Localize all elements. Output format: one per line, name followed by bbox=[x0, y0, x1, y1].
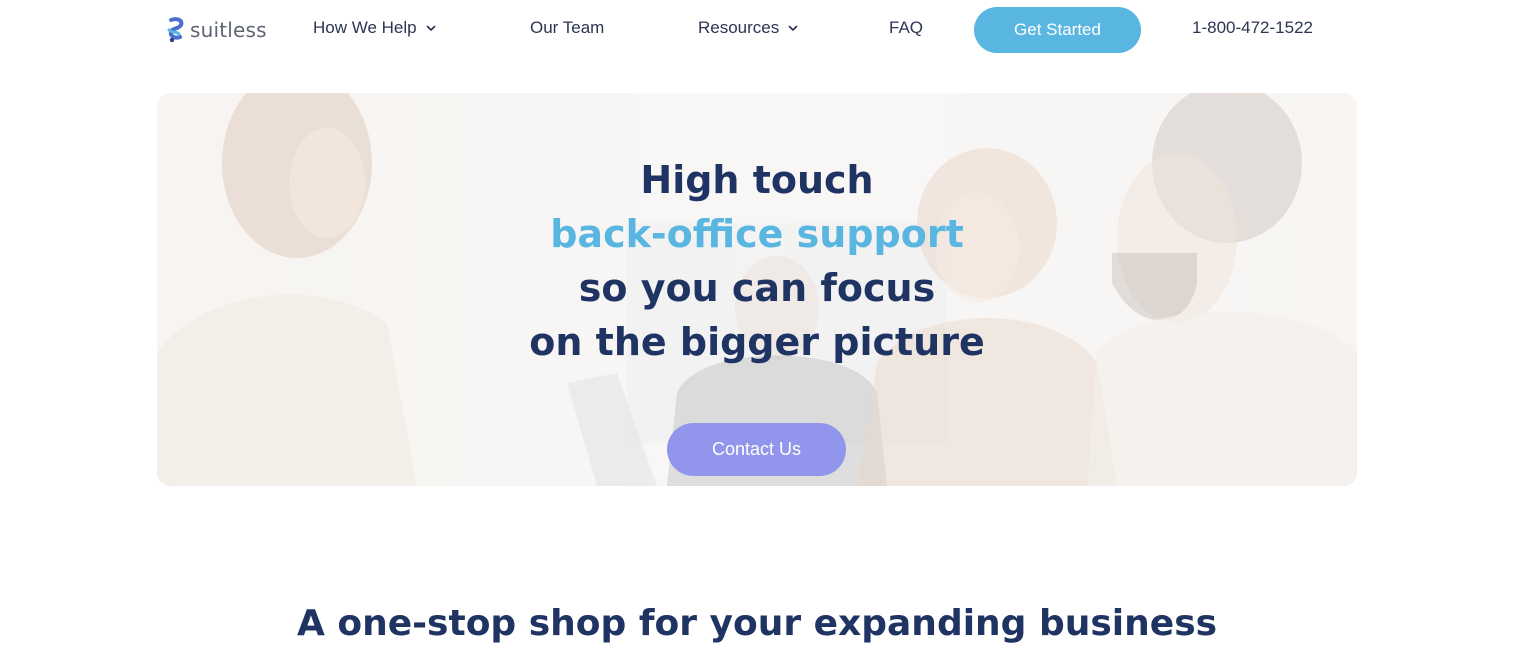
chevron-down-icon bbox=[426, 25, 435, 31]
suitless-logo[interactable]: suitless bbox=[166, 16, 267, 44]
phone-number-link[interactable]: 1-800-472-1522 bbox=[1192, 18, 1313, 38]
nav-how-we-help-label: How We Help bbox=[313, 18, 417, 37]
chevron-down-icon bbox=[788, 25, 798, 31]
logo-wordmark: suitless bbox=[190, 18, 267, 42]
contact-us-button[interactable]: Contact Us bbox=[667, 423, 846, 476]
nav-faq[interactable]: FAQ bbox=[889, 18, 923, 38]
hero-headline: High touch back-office support so you ca… bbox=[157, 153, 1357, 369]
nav-resources[interactable]: Resources bbox=[698, 18, 799, 38]
nav-faq-label: FAQ bbox=[889, 18, 924, 37]
top-navigation: suitless How We Help Our Team Resources … bbox=[0, 0, 1539, 58]
section-title: A one-stop shop for your expanding busin… bbox=[296, 603, 1218, 644]
hero-line-4: on the bigger picture bbox=[529, 320, 985, 364]
suitless-logo-icon bbox=[166, 17, 188, 43]
nav-our-team[interactable]: Our Team bbox=[530, 18, 604, 38]
get-started-button[interactable]: Get Started bbox=[974, 7, 1141, 53]
nav-our-team-label: Our Team bbox=[530, 18, 605, 37]
hero-line-2-accent: back-office support bbox=[550, 212, 964, 256]
nav-how-we-help[interactable]: How We Help bbox=[313, 18, 437, 38]
hero-line-1: High touch bbox=[640, 158, 874, 202]
hero-banner: High touch back-office support so you ca… bbox=[157, 93, 1357, 486]
nav-resources-label: Resources bbox=[698, 18, 780, 37]
hero-line-3: so you can focus bbox=[578, 266, 936, 310]
